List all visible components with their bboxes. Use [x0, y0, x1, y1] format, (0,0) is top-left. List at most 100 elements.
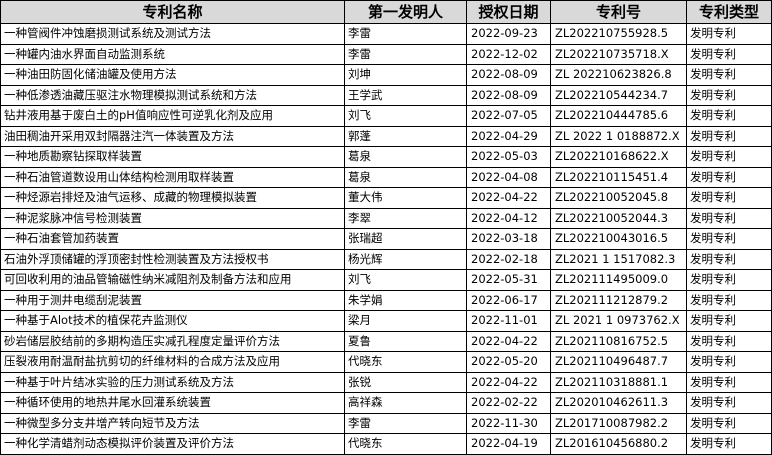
grant-date-cell[interactable]: 2022-04-29 [466, 125, 551, 147]
first-inventor-cell[interactable]: 董大伟 [344, 187, 467, 209]
first-inventor-cell[interactable]: 李雷 [344, 23, 467, 45]
patent-number-cell[interactable]: ZL201610456880.2 [550, 433, 687, 455]
patent-name-cell[interactable]: 一种石油套管加药装置 [0, 228, 345, 250]
patent-type-cell[interactable]: 发明专利 [686, 228, 772, 250]
first-inventor-cell[interactable]: 李雷 [344, 412, 467, 434]
grant-date-cell[interactable]: 2022-09-23 [466, 23, 551, 45]
first-inventor-cell[interactable]: 朱学娟 [344, 289, 467, 311]
patent-number-cell[interactable]: ZL201710087982.2 [550, 412, 687, 434]
patent-type-cell[interactable]: 发明专利 [686, 43, 772, 65]
patent-name-cell[interactable]: 一种管阀件冲蚀磨损测试系统及测试方法 [0, 23, 345, 45]
patent-name-cell[interactable]: 一种用于测井电缆刮泥装置 [0, 289, 345, 311]
patent-number-cell[interactable]: ZL202210052045.8 [550, 187, 687, 209]
patent-name-cell[interactable]: 一种油田防固化储油罐及使用方法 [0, 64, 345, 86]
first-inventor-cell[interactable]: 梁月 [344, 310, 467, 332]
patent-type-cell[interactable]: 发明专利 [686, 392, 772, 414]
patent-type-cell[interactable]: 发明专利 [686, 84, 772, 106]
grant-date-cell[interactable]: 2022-05-20 [466, 351, 551, 373]
patent-type-cell[interactable]: 发明专利 [686, 289, 772, 311]
patent-name-cell[interactable]: 一种罐内油水界面自动监测系统 [0, 43, 345, 65]
first-inventor-cell[interactable]: 郭蓬 [344, 125, 467, 147]
patent-number-cell[interactable]: ZL 2022 1 0188872.X [550, 125, 687, 147]
first-inventor-cell[interactable]: 刘飞 [344, 105, 467, 127]
patent-name-cell[interactable]: 油田稠油开采用双封隔器注汽一体装置及方法 [0, 125, 345, 147]
header-patent-number[interactable]: 专利号 [550, 0, 687, 24]
grant-date-cell[interactable]: 2022-04-22 [466, 187, 551, 209]
first-inventor-cell[interactable]: 代晓东 [344, 351, 467, 373]
grant-date-cell[interactable]: 2022-07-05 [466, 105, 551, 127]
first-inventor-cell[interactable]: 代晓东 [344, 433, 467, 455]
patent-number-cell[interactable]: ZL202110816752.5 [550, 330, 687, 352]
patent-number-cell[interactable]: ZL202210544234.7 [550, 84, 687, 106]
patent-type-cell[interactable]: 发明专利 [686, 351, 772, 373]
patent-type-cell[interactable]: 发明专利 [686, 166, 772, 188]
first-inventor-cell[interactable]: 刘飞 [344, 269, 467, 291]
first-inventor-cell[interactable]: 葛泉 [344, 166, 467, 188]
patent-name-cell[interactable]: 一种基于Alot技术的植保花卉监测仪 [0, 310, 345, 332]
first-inventor-cell[interactable]: 李翠 [344, 207, 467, 229]
first-inventor-cell[interactable]: 葛泉 [344, 146, 467, 168]
patent-name-cell[interactable]: 一种微型多分支井增产转向短节及方法 [0, 412, 345, 434]
patent-number-cell[interactable]: ZL202110318881.1 [550, 371, 687, 393]
header-patent-type[interactable]: 专利类型 [686, 0, 772, 24]
patent-number-cell[interactable]: ZL 2021 1 0973762.X [550, 310, 687, 332]
patent-number-cell[interactable]: ZL 202210623826.8 [550, 64, 687, 86]
patent-name-cell[interactable]: 一种循环使用的地热井尾水回灌系统装置 [0, 392, 345, 414]
grant-date-cell[interactable]: 2022-06-17 [466, 289, 551, 311]
first-inventor-cell[interactable]: 刘坤 [344, 64, 467, 86]
patent-type-cell[interactable]: 发明专利 [686, 433, 772, 455]
header-first-inventor[interactable]: 第一发明人 [344, 0, 467, 24]
grant-date-cell[interactable]: 2022-05-03 [466, 146, 551, 168]
patent-number-cell[interactable]: ZL202210444785.6 [550, 105, 687, 127]
patent-name-cell[interactable]: 一种基于叶片结冰实验的压力测试系统及方法 [0, 371, 345, 393]
patent-type-cell[interactable]: 发明专利 [686, 371, 772, 393]
patent-name-cell[interactable]: 一种化学清蜡剂动态模拟评价装置及评价方法 [0, 433, 345, 455]
patent-number-cell[interactable]: ZL202111212879.2 [550, 289, 687, 311]
grant-date-cell[interactable]: 2022-04-19 [466, 433, 551, 455]
patent-number-cell[interactable]: ZL202210052044.3 [550, 207, 687, 229]
patent-type-cell[interactable]: 发明专利 [686, 105, 772, 127]
patent-number-cell[interactable]: ZL202210755928.5 [550, 23, 687, 45]
patent-type-cell[interactable]: 发明专利 [686, 412, 772, 434]
first-inventor-cell[interactable]: 高祥森 [344, 392, 467, 414]
patent-type-cell[interactable]: 发明专利 [686, 330, 772, 352]
grant-date-cell[interactable]: 2022-04-22 [466, 330, 551, 352]
first-inventor-cell[interactable]: 李雷 [344, 43, 467, 65]
patent-type-cell[interactable]: 发明专利 [686, 310, 772, 332]
patent-name-cell[interactable]: 一种石油管道数设用山体结构检测用取样装置 [0, 166, 345, 188]
grant-date-cell[interactable]: 2022-02-22 [466, 392, 551, 414]
first-inventor-cell[interactable]: 夏鲁 [344, 330, 467, 352]
grant-date-cell[interactable]: 2022-08-09 [466, 64, 551, 86]
grant-date-cell[interactable]: 2022-03-18 [466, 228, 551, 250]
patent-number-cell[interactable]: ZL2021 1 1517082.3 [550, 248, 687, 270]
patent-number-cell[interactable]: ZL202210735718.X [550, 43, 687, 65]
patent-name-cell[interactable]: 可回收利用的油品管输磁性纳米减阻剂及制备方法和应用 [0, 269, 345, 291]
patent-type-cell[interactable]: 发明专利 [686, 23, 772, 45]
patent-number-cell[interactable]: ZL202111495009.0 [550, 269, 687, 291]
grant-date-cell[interactable]: 2022-02-18 [466, 248, 551, 270]
patent-name-cell[interactable]: 砂岩储层胶结前的多期构造压实减孔程度定量评价方法 [0, 330, 345, 352]
patent-type-cell[interactable]: 发明专利 [686, 248, 772, 270]
patent-name-cell[interactable]: 钻井液用基于废白土的pH值响应性可逆乳化剂及应用 [0, 105, 345, 127]
grant-date-cell[interactable]: 2022-08-09 [466, 84, 551, 106]
grant-date-cell[interactable]: 2022-04-22 [466, 371, 551, 393]
first-inventor-cell[interactable]: 张瑞超 [344, 228, 467, 250]
patent-type-cell[interactable]: 发明专利 [686, 146, 772, 168]
grant-date-cell[interactable]: 2022-04-12 [466, 207, 551, 229]
grant-date-cell[interactable]: 2022-04-08 [466, 166, 551, 188]
patent-number-cell[interactable]: ZL202210115451.4 [550, 166, 687, 188]
first-inventor-cell[interactable]: 王学武 [344, 84, 467, 106]
grant-date-cell[interactable]: 2022-11-01 [466, 310, 551, 332]
first-inventor-cell[interactable]: 杨光辉 [344, 248, 467, 270]
patent-name-cell[interactable]: 石油外浮顶储罐的浮顶密封性检测装置及方法授权书 [0, 248, 345, 270]
first-inventor-cell[interactable]: 张锐 [344, 371, 467, 393]
patent-type-cell[interactable]: 发明专利 [686, 125, 772, 147]
patent-type-cell[interactable]: 发明专利 [686, 64, 772, 86]
patent-type-cell[interactable]: 发明专利 [686, 269, 772, 291]
patent-number-cell[interactable]: ZL202010462611.3 [550, 392, 687, 414]
patent-name-cell[interactable]: 一种泥浆脉冲信号检测装置 [0, 207, 345, 229]
grant-date-cell[interactable]: 2022-05-31 [466, 269, 551, 291]
patent-number-cell[interactable]: ZL202110496487.7 [550, 351, 687, 373]
patent-name-cell[interactable]: 一种地质勘察钻探取样装置 [0, 146, 345, 168]
patent-name-cell[interactable]: 一种低渗透油藏压驱注水物理模拟测试系统和方法 [0, 84, 345, 106]
